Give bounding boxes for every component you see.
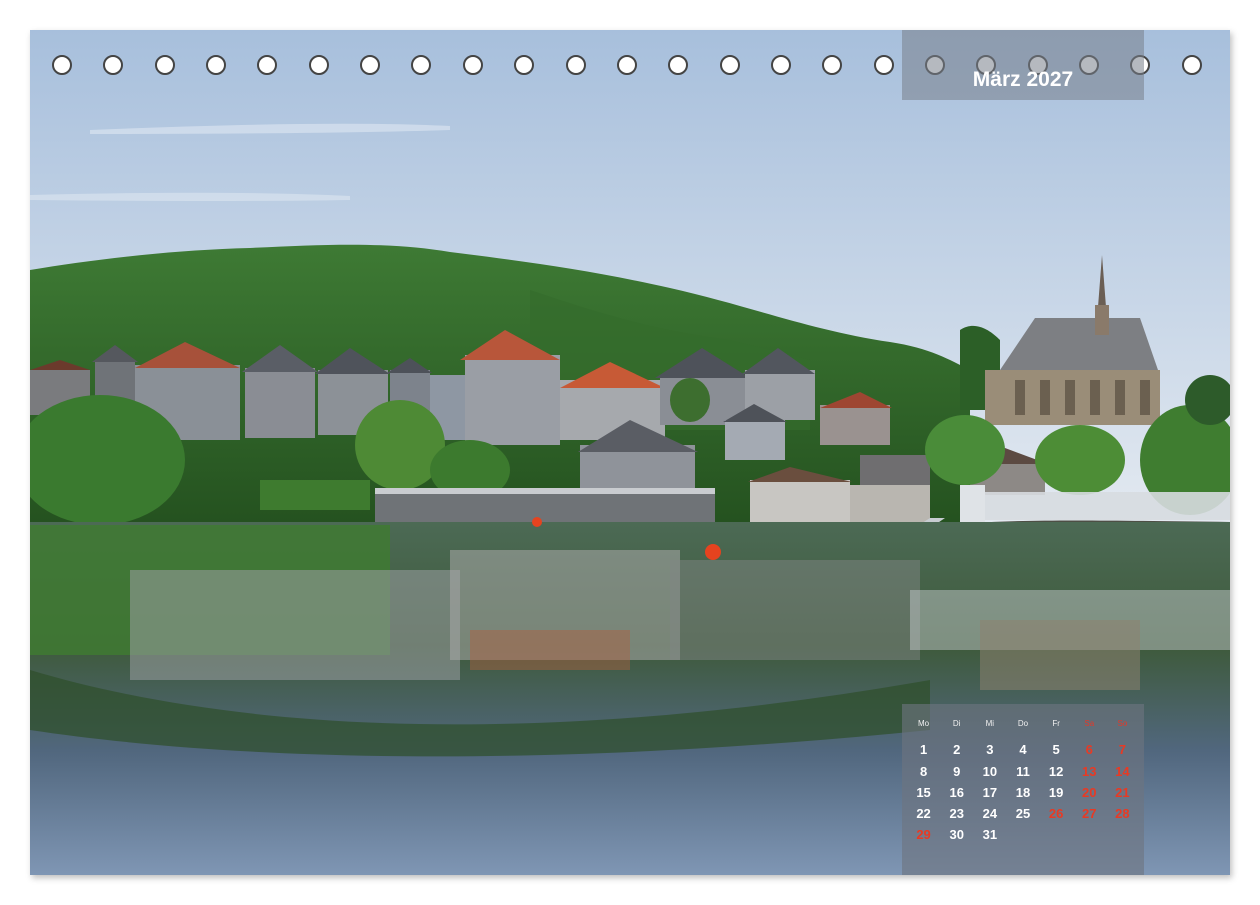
binding-ring: [462, 55, 483, 75]
binding-ring: [411, 55, 432, 75]
calendar-day: 19: [1048, 784, 1064, 800]
calendar-day: 17: [982, 784, 998, 800]
binding-ring: [822, 55, 843, 75]
calendar-day: 18: [1015, 784, 1031, 800]
calendar-grid-box: Mo Di Mi Do Fr Sa So 1 2 3 4 5 6 7 8 9 10 11 12 13 14 15 16 17 1…: [902, 704, 1144, 875]
binding-ring: [616, 55, 637, 75]
calendar-day: 2: [953, 742, 961, 758]
weekday-header: Di: [952, 719, 961, 728]
calendar-day: 26: [1048, 806, 1064, 822]
calendar-day: 21: [1115, 784, 1130, 800]
calendar-day: 16: [949, 784, 964, 800]
binding-ring: [103, 55, 124, 75]
calendar-day: 12: [1048, 763, 1064, 779]
calendar-day: 14: [1115, 763, 1130, 779]
calendar-day: 25: [1015, 806, 1031, 822]
calendar-day: 10: [982, 763, 998, 779]
binding-ring: [360, 55, 381, 75]
calendar-day: 1: [919, 742, 928, 758]
calendar-day: 31: [982, 827, 998, 843]
binding-ring: [770, 55, 791, 75]
calendar-day: 30: [949, 827, 964, 843]
binding-ring: [257, 55, 278, 75]
binding-ring: [1181, 55, 1202, 75]
binding-ring: [514, 55, 535, 75]
weekday-header: Do: [1017, 719, 1029, 728]
calendar-day: 29: [916, 827, 931, 843]
binding-ring: [565, 55, 586, 75]
calendar-day: 7: [1118, 742, 1127, 758]
calendar-day: 3: [986, 742, 994, 758]
binding-ring: [308, 55, 329, 75]
month-title: März 2027: [972, 68, 1074, 91]
binding-ring: [719, 55, 740, 75]
calendar-day: 5: [1052, 742, 1060, 758]
calendar-grid: Mo Di Mi Do Fr Sa So 1 2 3 4 5 6 7 8 9 10 11 12 13 14 15 16 17 1…: [907, 718, 1139, 846]
binding-ring: [668, 55, 689, 75]
weekday-header: Mo: [918, 719, 930, 728]
weekday-header: Fr: [1052, 719, 1060, 728]
weekday-header: So: [1117, 719, 1128, 728]
calendar-day: 4: [1019, 742, 1027, 758]
quay-wall: [375, 492, 715, 522]
calendar-day: 6: [1085, 742, 1093, 758]
calendar-day: 22: [916, 806, 931, 822]
binding-ring: [52, 55, 72, 75]
calendar-day: 27: [1082, 806, 1097, 822]
weekday-header: Mi: [985, 719, 995, 728]
binding-ring: [873, 55, 894, 75]
calendar-day: 13: [1082, 763, 1097, 779]
calendar-day: 24: [982, 806, 998, 822]
calendar-day: 11: [1016, 763, 1030, 779]
weekday-header: Sa: [1084, 719, 1095, 728]
binding-ring: [154, 55, 175, 75]
calendar-day: 28: [1115, 806, 1130, 822]
buoy: [705, 544, 721, 560]
calendar-day: 8: [919, 763, 928, 779]
calendar-day: 23: [949, 806, 964, 822]
month-header: März 2027: [902, 30, 1144, 100]
calendar-page: März 2027 Mo Di Mi Do Fr Sa So 1 2 3 4 5 6 7 8 9 10 11 12 1…: [30, 30, 1230, 875]
buoy: [532, 517, 542, 527]
calendar-day: 15: [916, 784, 931, 800]
calendar-day: 9: [953, 763, 961, 779]
binding-ring: [206, 55, 227, 75]
calendar-day: 20: [1082, 784, 1097, 800]
